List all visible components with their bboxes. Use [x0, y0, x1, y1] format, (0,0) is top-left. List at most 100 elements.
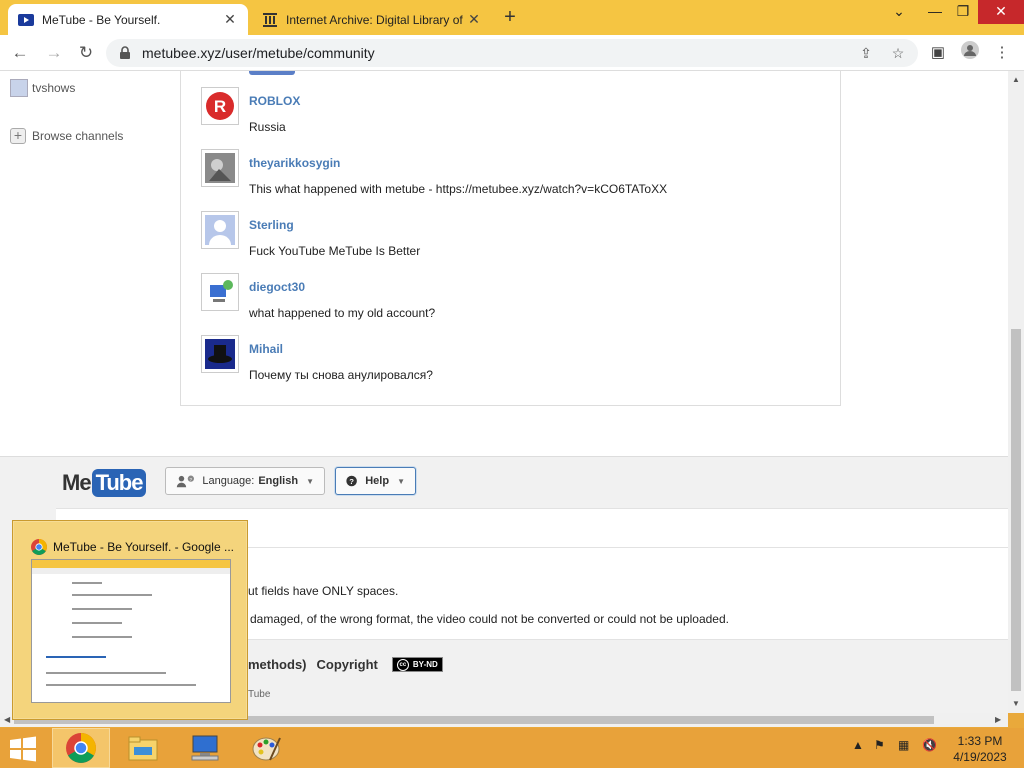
preview-thumbnail: [31, 559, 231, 703]
footer-bottom-text: Tube: [248, 689, 271, 700]
cc-label: BY-ND: [412, 660, 438, 669]
paint-palette-icon: [252, 737, 281, 761]
url-text: metubee.xyz/user/metube/community: [142, 45, 375, 61]
sidebar-item-label: Browse channels: [32, 129, 124, 143]
comment-author[interactable]: Sterling: [249, 218, 294, 232]
plus-icon: +: [10, 128, 26, 144]
scroll-up-icon[interactable]: ▲: [1012, 75, 1020, 84]
comment-text: This what happened with metube - https:/…: [249, 182, 668, 196]
help-icon: ?: [346, 475, 357, 487]
avatar[interactable]: [201, 335, 239, 373]
comment-text: Fuck YouTube MeTube Is Better: [249, 244, 421, 258]
metube-favicon-icon: [18, 12, 34, 28]
tab-search-icon[interactable]: ⌄: [882, 0, 916, 24]
help-button[interactable]: ? Help ▼: [335, 467, 416, 495]
windows-logo-icon: [10, 736, 36, 762]
panel-tab-indicator: [249, 71, 295, 75]
language-people-icon: ?: [176, 475, 194, 488]
avatar[interactable]: [201, 273, 239, 311]
avatar[interactable]: R: [201, 87, 239, 125]
scroll-down-icon[interactable]: ▼: [1012, 699, 1020, 708]
scroll-left-icon[interactable]: ◀: [4, 715, 10, 724]
chevron-down-icon: ▼: [397, 476, 405, 486]
preview-title: MeTube - Be Yourself. - Google ...: [53, 540, 234, 554]
sidebar-item-tvshows[interactable]: tvshows: [10, 79, 75, 97]
close-tab-icon[interactable]: ✕: [222, 11, 238, 28]
lock-icon: [120, 46, 130, 59]
scroll-right-icon[interactable]: ▶: [995, 715, 1001, 724]
vertical-scrollbar[interactable]: ▲ ▼: [1008, 71, 1024, 713]
copyright-link[interactable]: Copyright: [317, 657, 378, 672]
profile-avatar-icon[interactable]: [958, 41, 982, 65]
photo-avatar-icon: [205, 153, 235, 183]
comment-text: Почему ты снова анулировался?: [249, 368, 433, 382]
bookmark-star-icon[interactable]: ☆: [888, 43, 908, 63]
menu-kebab-icon[interactable]: ⋮: [990, 41, 1014, 65]
system-clock[interactable]: 1:33 PM 4/19/2023: [950, 733, 1010, 765]
preview-title-row: MeTube - Be Yourself. - Google ...: [31, 539, 234, 555]
taskbar-window-preview[interactable]: MeTube - Be Yourself. - Google ...: [12, 520, 248, 720]
comment-author[interactable]: theyarikkosygin: [249, 156, 340, 170]
tab-title: Internet Archive: Digital Library of Fre…: [286, 12, 466, 27]
action-center-flag-icon[interactable]: ⚑: [874, 738, 885, 752]
cc-icon: cc: [396, 658, 409, 671]
methods-link[interactable]: methods): [248, 657, 307, 672]
start-button[interactable]: [8, 736, 38, 762]
help-label: Help: [365, 475, 390, 487]
taskbar-paint[interactable]: [238, 728, 296, 768]
cc-license-badge[interactable]: cc BY-ND: [391, 657, 443, 672]
channel-thumb-icon: [10, 79, 28, 97]
chevron-down-icon: ▼: [306, 476, 314, 486]
comment-item: R ROBLOX Russia: [201, 87, 821, 149]
taskbar-file-explorer[interactable]: [114, 728, 172, 768]
community-panel: R ROBLOX Russia theyarikkosygin This wha…: [180, 71, 841, 406]
forward-button[interactable]: →: [42, 41, 66, 65]
comment-author[interactable]: ROBLOX: [249, 94, 300, 108]
close-tab-icon[interactable]: ✕: [466, 11, 482, 28]
sidebar-item-label: tvshows: [32, 81, 76, 95]
comment-item: Sterling Fuck YouTube MeTube Is Better: [201, 211, 821, 273]
restore-button[interactable]: ❐: [946, 0, 980, 24]
clock-date: 4/19/2023: [953, 750, 1007, 764]
folder-icon: [128, 736, 158, 761]
metube-logo[interactable]: Me Tube: [62, 469, 147, 497]
avatar[interactable]: [201, 211, 239, 249]
archive-favicon-icon: [262, 12, 278, 28]
address-bar: ← → ↻ metubee.xyz/user/metube/community …: [0, 35, 1024, 71]
computer-avatar-icon: [205, 277, 235, 307]
network-icon[interactable]: ▦: [898, 738, 909, 752]
comment-author[interactable]: Mihail: [249, 342, 283, 356]
tab-title: MeTube - Be Yourself.: [42, 12, 161, 27]
url-bar[interactable]: metubee.xyz/user/metube/community ⇪ ☆: [106, 39, 918, 67]
share-icon[interactable]: ⇪: [856, 43, 876, 63]
show-hidden-icons-icon[interactable]: ▲: [852, 738, 864, 752]
svg-text:?: ?: [349, 477, 354, 486]
footer-note-upload: damaged, of the wrong format, the video …: [250, 612, 729, 626]
tab-metube[interactable]: MeTube - Be Yourself. ✕: [8, 4, 248, 35]
comment-item: Mihail Почему ты снова анулировался?: [201, 335, 821, 397]
side-panel-icon[interactable]: ▣: [926, 41, 950, 65]
chrome-icon: [31, 539, 47, 555]
copyright-row: methods) Copyright cc BY-ND: [248, 657, 443, 672]
avatar[interactable]: [201, 149, 239, 187]
reload-button[interactable]: ↻: [74, 41, 98, 65]
new-tab-button[interactable]: +: [498, 6, 522, 30]
logo-tube: Tube: [91, 469, 147, 497]
volume-muted-icon[interactable]: 🔇: [922, 738, 937, 752]
footer-note-spaces: ut fields have ONLY spaces.: [248, 584, 399, 598]
dark-hat-avatar-icon: [205, 339, 235, 369]
sidebar-item-browse-channels[interactable]: + Browse channels: [10, 128, 123, 144]
vertical-scroll-thumb[interactable]: [1011, 329, 1021, 691]
tab-internet-archive[interactable]: Internet Archive: Digital Library of Fre…: [252, 4, 492, 35]
taskbar-computer[interactable]: [176, 728, 234, 768]
svg-text:R: R: [214, 97, 226, 116]
close-window-button[interactable]: ✕: [978, 0, 1024, 24]
comment-author[interactable]: diegoct30: [249, 280, 305, 294]
svg-text:?: ?: [190, 477, 193, 482]
language-button[interactable]: ? Language: English ▼: [165, 467, 325, 495]
taskbar: ▲ ⚑ ▦ 🔇 1:33 PM 4/19/2023: [0, 728, 1024, 768]
comment-item: theyarikkosygin This what happened with …: [201, 149, 821, 211]
back-button[interactable]: ←: [8, 41, 32, 65]
taskbar-chrome[interactable]: [52, 728, 110, 768]
language-value: English: [258, 475, 299, 487]
